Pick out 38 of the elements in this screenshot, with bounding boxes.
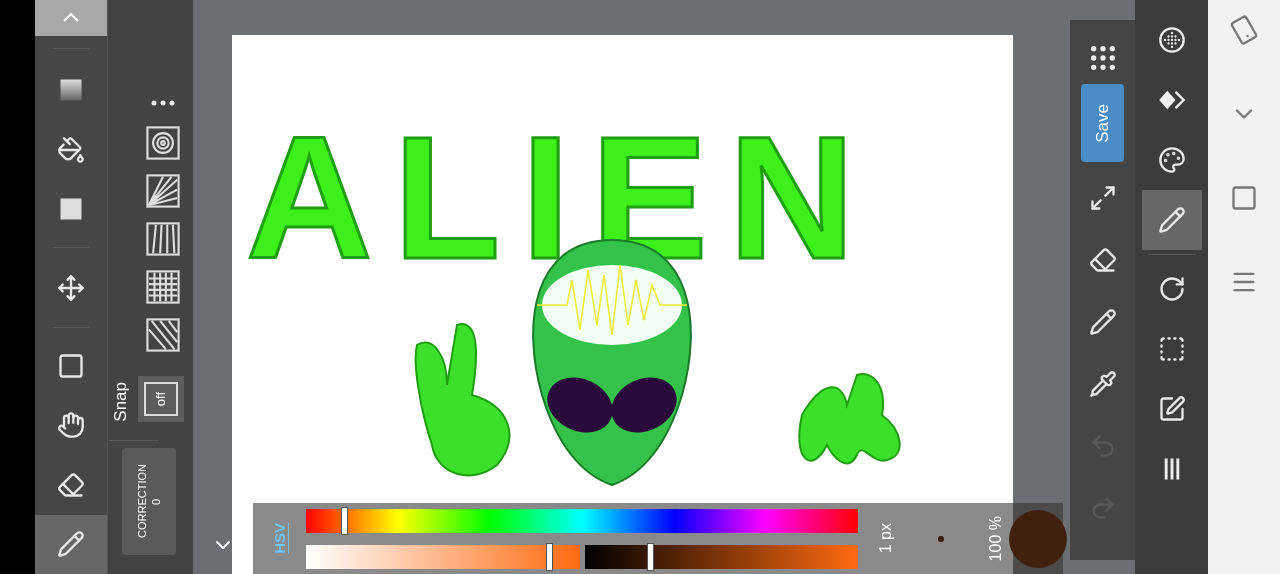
save-button[interactable]: Save bbox=[1081, 84, 1124, 162]
hue-slider[interactable] bbox=[305, 508, 858, 533]
snap-label: Snap bbox=[110, 382, 131, 422]
slider-thumb[interactable] bbox=[341, 506, 349, 535]
resize-icon bbox=[1088, 184, 1117, 212]
artwork-lettering: ALIEN bbox=[246, 110, 876, 285]
chevron-up-icon bbox=[63, 13, 79, 23]
selection-icon bbox=[1157, 335, 1186, 363]
eyedropper-icon bbox=[1088, 370, 1117, 398]
correction-button[interactable]: CORRECTION 0 bbox=[122, 448, 176, 555]
ruler-icon[interactable] bbox=[145, 318, 180, 352]
edit-canvas-icon bbox=[1157, 395, 1186, 423]
bucket-icon bbox=[57, 135, 85, 164]
ruler-icon[interactable] bbox=[145, 126, 180, 160]
pencil-icon bbox=[57, 530, 85, 559]
snap-toggle[interactable]: off bbox=[137, 376, 184, 422]
brush-size-text: 1 px bbox=[875, 523, 895, 554]
rotate-icon bbox=[1157, 275, 1186, 303]
eraser-icon bbox=[1088, 246, 1117, 274]
ruler-icon[interactable] bbox=[145, 222, 180, 256]
ruler-icon[interactable] bbox=[145, 270, 180, 304]
hand-icon bbox=[57, 411, 85, 440]
saturation-slider[interactable] bbox=[305, 544, 580, 569]
opacity-text: 100 % bbox=[985, 515, 1005, 562]
ruler-icon[interactable] bbox=[145, 174, 180, 208]
square-icon bbox=[57, 351, 85, 380]
slider-thumb[interactable] bbox=[546, 542, 554, 571]
pencil-icon bbox=[1157, 206, 1186, 234]
move-icon bbox=[57, 273, 85, 302]
eraser-icon bbox=[57, 470, 85, 499]
brightness-slider[interactable] bbox=[584, 544, 858, 569]
slider-thumb[interactable] bbox=[647, 542, 654, 571]
pencil-tool[interactable] bbox=[35, 514, 107, 574]
pencil-icon bbox=[1088, 308, 1117, 336]
home-icon[interactable] bbox=[1230, 184, 1258, 212]
more-icon[interactable] bbox=[150, 100, 175, 106]
palette-icon bbox=[1157, 146, 1186, 174]
pencil-tool[interactable] bbox=[1141, 190, 1202, 250]
